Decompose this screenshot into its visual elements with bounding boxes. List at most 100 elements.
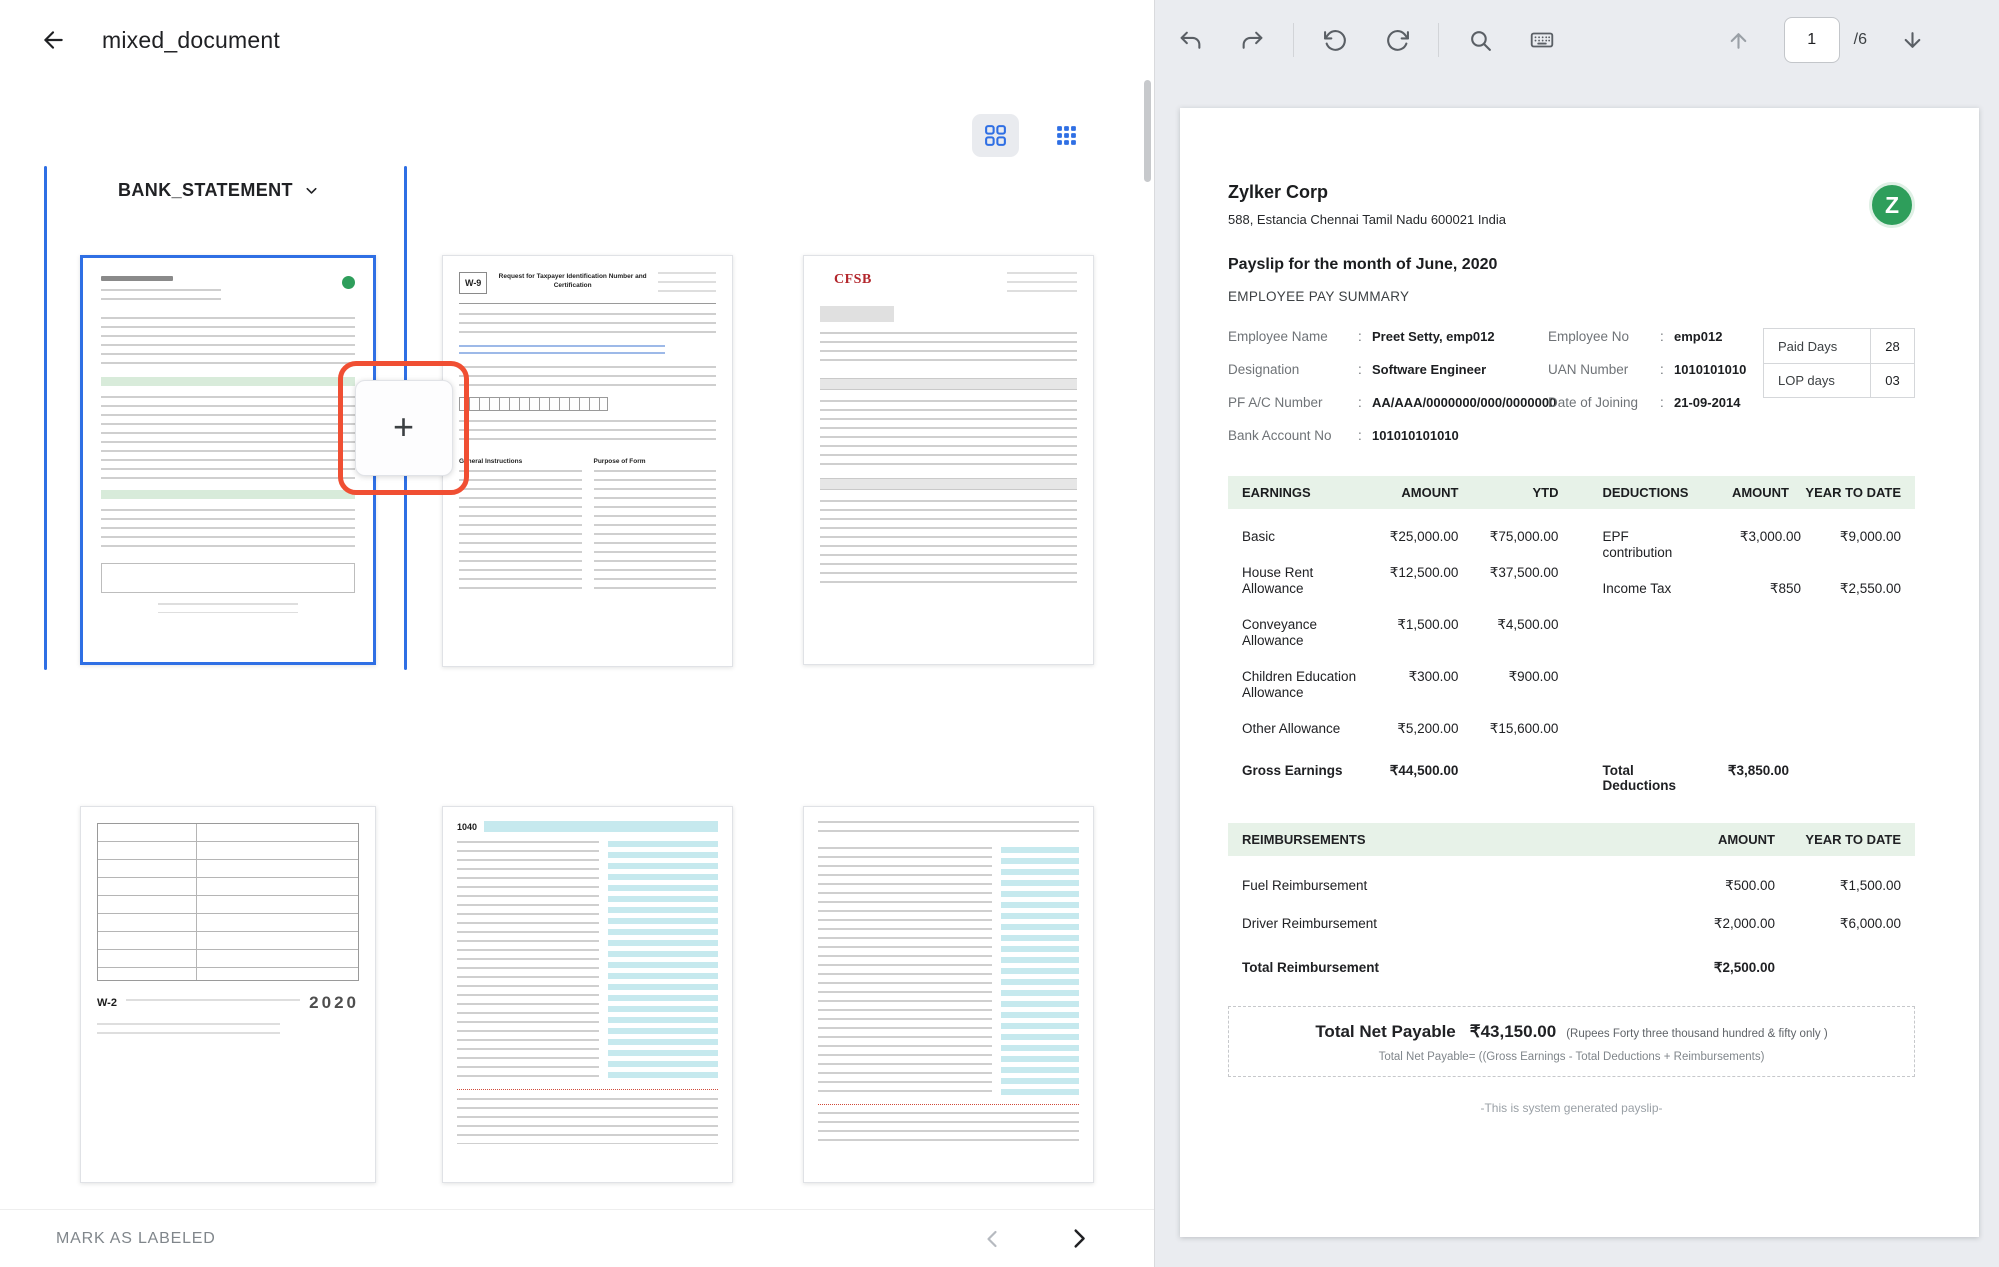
- rotate-left-button[interactable]: [1310, 15, 1360, 65]
- row-label: Driver Reimbursement: [1242, 916, 1625, 932]
- left-panel-scrollbar[interactable]: [1144, 80, 1151, 182]
- field-label: Employee No: [1548, 328, 1660, 346]
- thumb-ssn-boxes: [459, 397, 608, 411]
- zylker-logo-mini: [342, 276, 355, 289]
- thumb-w2-footer: W-2 2020: [97, 993, 359, 1013]
- add-page-highlight: +: [338, 361, 469, 495]
- row-ytd: ₹4,500.00: [1458, 617, 1558, 649]
- field-colon: :: [1660, 361, 1674, 379]
- table-row: Fuel Reimbursement ₹500.00 ₹1,500.00: [1228, 878, 1915, 894]
- field-row: Employee Name:Preet Setty, emp012: [1228, 328, 1548, 346]
- table-row: Basic₹25,000.00₹75,000.00: [1242, 529, 1558, 545]
- redo-icon: [1240, 28, 1265, 53]
- deductions-header: DEDUCTIONS AMOUNT YEAR TO DATE: [1602, 485, 1901, 500]
- earnings-rows: Basic₹25,000.00₹75,000.00 House Rent All…: [1242, 509, 1558, 737]
- thumb-decor-lines: [126, 999, 300, 1008]
- thumbnail-w2[interactable]: W-2 2020: [80, 806, 376, 1183]
- search-button[interactable]: [1455, 15, 1505, 65]
- plus-icon: +: [393, 409, 414, 445]
- thumb-decor-lines: [457, 1098, 718, 1144]
- next-page-button[interactable]: [1061, 1221, 1096, 1256]
- net-payable-line: Total Net Payable ₹43,150.00 (Rupees For…: [1239, 1022, 1904, 1042]
- thumb-decor-lines: [818, 1112, 1079, 1142]
- thumb-decor-lines: [820, 332, 1077, 368]
- row-ytd: ₹2,550.00: [1801, 581, 1901, 597]
- row-label: Income Tax: [1602, 581, 1706, 597]
- thumb-decor-lines: [818, 821, 1079, 839]
- payslip-footnote: -This is system generated payslip-: [1228, 1101, 1915, 1115]
- thumb-w9-header: W-9 Request for Taxpayer Identification …: [459, 272, 716, 304]
- rotate-right-button[interactable]: [1372, 15, 1422, 65]
- row-amount: ₹2,000.00: [1625, 916, 1775, 932]
- previous-document-page-button[interactable]: [1714, 15, 1764, 65]
- back-button[interactable]: [30, 17, 76, 63]
- field-value: 21-09-2014: [1674, 394, 1741, 412]
- thumbnails-area: BANK_STATEMENT: [0, 80, 1154, 1209]
- field-colon: :: [1358, 427, 1372, 445]
- thumb-column: General Instructions: [459, 458, 582, 590]
- thumb-decor: [101, 276, 221, 307]
- column-header: AMOUNT: [1363, 485, 1458, 500]
- group-label-bank-statement[interactable]: BANK_STATEMENT: [118, 180, 320, 201]
- thumbnail-content: W-2 2020: [81, 807, 375, 1182]
- arrow-up-icon: [1726, 28, 1751, 53]
- thumb-cyan-cells: [1001, 847, 1079, 1097]
- thumb-decor-band: [820, 478, 1077, 490]
- thumb-two-columns: General Instructions Purpose of Form: [459, 458, 716, 590]
- column-header: EARNINGS: [1242, 485, 1363, 500]
- field-value: emp012: [1674, 328, 1722, 346]
- field-colon: :: [1358, 361, 1372, 379]
- thumb-handwriting-lines: [459, 345, 665, 359]
- field-row: Bank Account No:101010101010: [1228, 427, 1548, 445]
- page-number-input[interactable]: [1784, 17, 1840, 63]
- add-page-button[interactable]: +: [355, 380, 453, 476]
- document-pages-panel: mixed_document BANK_STATEMENT: [0, 0, 1154, 1267]
- column-header: YEAR TO DATE: [1775, 832, 1901, 847]
- company-name: Zylker Corp: [1228, 182, 1506, 203]
- thumb-green-band: [101, 377, 355, 386]
- thumb-1040-body: [818, 847, 1079, 1097]
- row-ytd: ₹1,500.00: [1775, 878, 1901, 894]
- attendance-box: Paid Days 28 LOP days 03: [1763, 328, 1915, 398]
- thumb-decor-block: [820, 306, 894, 322]
- row-ytd: ₹15,600.00: [1458, 721, 1558, 737]
- left-footer: MARK AS LABELED: [0, 1209, 1154, 1267]
- undo-button[interactable]: [1165, 15, 1215, 65]
- row-amount: ₹850: [1706, 581, 1801, 597]
- mark-as-labeled-button[interactable]: MARK AS LABELED: [56, 1230, 216, 1248]
- grid-small-view-button[interactable]: [1043, 114, 1090, 157]
- thumbnail-1040[interactable]: 1040: [442, 806, 733, 1183]
- field-colon: :: [1660, 328, 1674, 346]
- net-payable-amount: ₹43,150.00: [1470, 1022, 1556, 1042]
- table-row: House Rent Allowance₹12,500.00₹37,500.00: [1242, 565, 1558, 597]
- field-row: Employee No:emp012: [1548, 328, 1758, 346]
- thumbnail-w9[interactable]: W-9 Request for Taxpayer Identification …: [442, 255, 733, 667]
- field-colon: :: [1660, 394, 1674, 412]
- field-value: Software Engineer: [1372, 361, 1486, 379]
- empty-cell: [1775, 960, 1901, 976]
- total-value: ₹3,850.00: [1694, 763, 1789, 793]
- total-value: ₹44,500.00: [1363, 763, 1458, 793]
- keyboard-shortcuts-button[interactable]: [1517, 15, 1567, 65]
- toolbar-divider: [1293, 23, 1294, 57]
- field-value: AA/AAA/0000000/000/0000000: [1372, 394, 1556, 412]
- redo-button[interactable]: [1227, 15, 1277, 65]
- thumbnail-cfsb-statement[interactable]: CFSB: [803, 255, 1094, 665]
- fields-column-right: Employee No:emp012 UAN Number:1010101010…: [1548, 328, 1758, 460]
- empty-cell: [1789, 763, 1901, 793]
- thumb-decor-lines: [158, 603, 298, 613]
- next-document-page-button[interactable]: [1887, 15, 1937, 65]
- thumbnail-content: [804, 807, 1093, 1182]
- fields-column-left: Employee Name:Preet Setty, emp012 Design…: [1228, 328, 1548, 460]
- w2-form-number: W-2: [97, 997, 117, 1009]
- grid-large-view-button[interactable]: [972, 114, 1019, 157]
- previous-page-button[interactable]: [977, 1223, 1009, 1255]
- table-row: Driver Reimbursement ₹2,000.00 ₹6,000.00: [1228, 916, 1915, 932]
- thumbnail-payslip[interactable]: [80, 255, 376, 665]
- payslip-title: Payslip for the month of June, 2020: [1228, 256, 1915, 274]
- thumbnail-1040-page-2[interactable]: [803, 806, 1094, 1183]
- earnings-deductions-body: Basic₹25,000.00₹75,000.00 House Rent All…: [1228, 509, 1915, 737]
- thumb-cyan-cells: [608, 841, 718, 1081]
- thumb-cyan-band: [484, 821, 718, 832]
- thumb-decor-lines: [459, 313, 716, 339]
